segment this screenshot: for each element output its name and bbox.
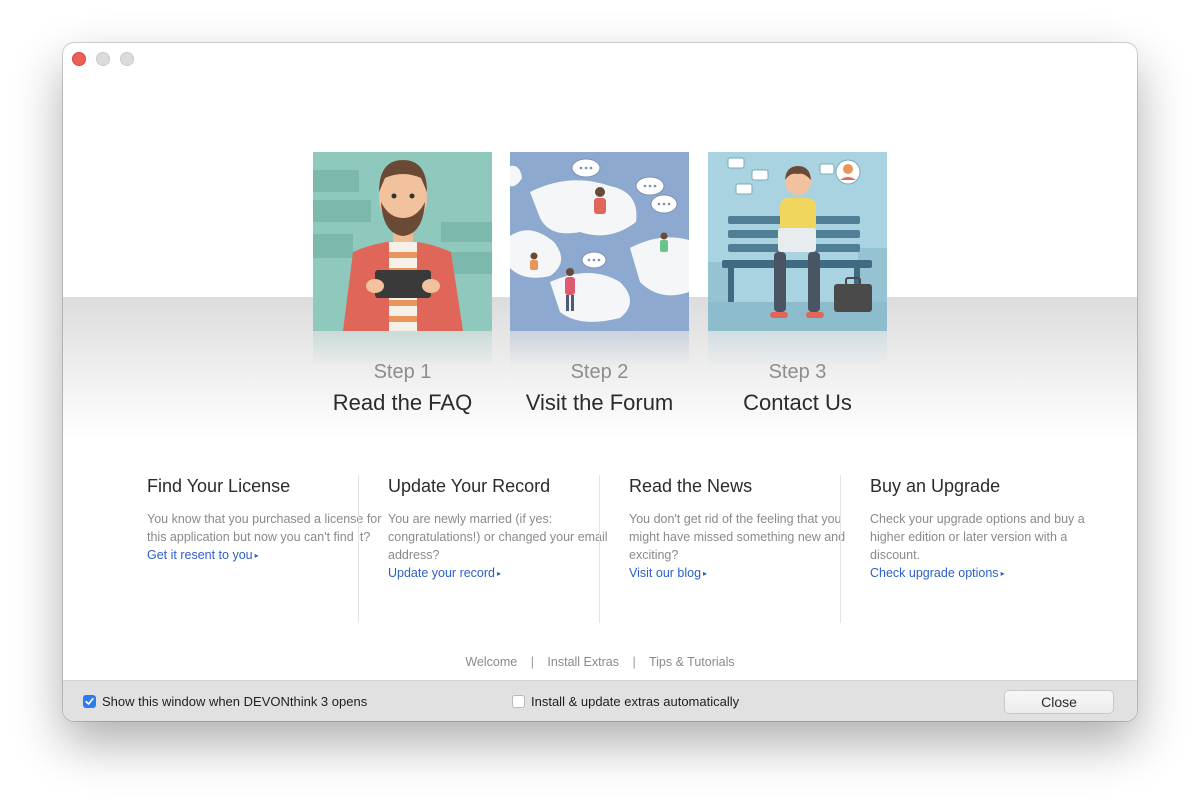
- get-it-resent-link[interactable]: Get it resent to you ▸: [147, 548, 259, 562]
- read-news-section: Read the News You don't get rid of the f…: [629, 476, 869, 583]
- link-arrow-icon: ▸: [1000, 569, 1005, 578]
- link-label[interactable]: Get it resent to you: [147, 548, 253, 562]
- link-arrow-icon: ▸: [254, 551, 259, 560]
- welcome-link[interactable]: Welcome: [465, 655, 517, 669]
- step-visit-forum[interactable]: Step 2 Visit the Forum: [510, 152, 689, 416]
- footer-bar: Show this window when DEVONthink 3 opens…: [63, 680, 1137, 721]
- step-title[interactable]: Read the FAQ: [313, 390, 492, 416]
- link-separator: |: [632, 655, 636, 669]
- section-heading: Find Your License: [147, 476, 291, 496]
- page-links: Welcome | Install Extras | Tips & Tutori…: [63, 655, 1137, 669]
- checkbox-unchecked-icon[interactable]: [512, 695, 525, 708]
- show-window-checkbox[interactable]: Show this window when DEVONthink 3 opens: [83, 694, 367, 709]
- update-record-link[interactable]: Update your record ▸: [388, 566, 501, 580]
- step-title[interactable]: Visit the Forum: [510, 390, 689, 416]
- close-button[interactable]: Close: [1004, 690, 1114, 714]
- column-divider: [599, 475, 600, 623]
- welcome-window: Step 1 Read the FAQ Step 2 Visit the For…: [63, 43, 1137, 721]
- install-extras-checkbox[interactable]: Install & update extras automatically: [512, 694, 739, 709]
- step-read-faq[interactable]: Step 1 Read the FAQ: [313, 152, 492, 416]
- forum-illustration: [510, 152, 689, 331]
- step-title[interactable]: Contact Us: [708, 390, 887, 416]
- window-controls: [72, 52, 134, 66]
- section-description: You don't get rid of the feeling that yo…: [629, 512, 846, 562]
- section-description: Check your upgrade options and buy a hig…: [870, 512, 1085, 562]
- section-description: You know that you purchased a license fo…: [147, 512, 382, 544]
- link-label[interactable]: Visit our blog: [629, 566, 701, 580]
- link-arrow-icon: ▸: [703, 569, 708, 578]
- contact-illustration: [708, 152, 887, 331]
- section-heading: Buy an Upgrade: [870, 476, 1001, 496]
- section-heading: Update Your Record: [388, 476, 551, 496]
- visit-blog-link[interactable]: Visit our blog ▸: [629, 566, 707, 580]
- minimize-window-light[interactable]: [96, 52, 110, 66]
- section-heading: Read the News: [629, 476, 753, 496]
- update-record-section: Update Your Record You are newly married…: [388, 476, 628, 583]
- section-description: You are newly married (if yes: congratul…: [388, 512, 608, 562]
- install-extras-label: Install & update extras automatically: [531, 694, 740, 709]
- check-upgrade-link[interactable]: Check upgrade options ▸: [870, 566, 1005, 580]
- find-license-section: Find Your License You know that you purc…: [147, 476, 387, 565]
- close-window-light[interactable]: [72, 52, 86, 66]
- step-contact-us[interactable]: Step 3 Contact Us: [708, 152, 887, 416]
- tips-tutorials-link[interactable]: Tips & Tutorials: [649, 655, 735, 669]
- zoom-window-light[interactable]: [120, 52, 134, 66]
- link-label[interactable]: Check upgrade options: [870, 566, 999, 580]
- column-divider: [840, 475, 841, 623]
- link-label[interactable]: Update your record: [388, 566, 495, 580]
- step-reflection: [510, 331, 689, 367]
- link-separator: |: [530, 655, 534, 669]
- buy-upgrade-section: Buy an Upgrade Check your upgrade option…: [870, 476, 1110, 583]
- step-reflection: [313, 331, 492, 367]
- step-reflection: [708, 331, 887, 367]
- column-divider: [358, 475, 359, 623]
- install-extras-link[interactable]: Install Extras: [547, 655, 619, 669]
- link-arrow-icon: ▸: [497, 569, 502, 578]
- show-window-label: Show this window when DEVONthink 3 opens: [102, 694, 368, 709]
- faq-illustration: [313, 152, 492, 331]
- checkbox-checked-icon[interactable]: [83, 695, 96, 708]
